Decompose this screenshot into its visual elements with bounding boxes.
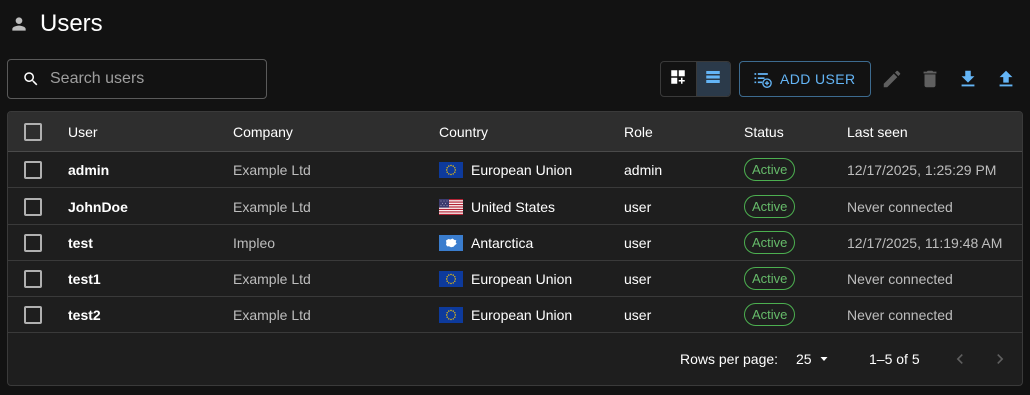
table-row[interactable]: admin Example Ltd European Union admin A… bbox=[8, 152, 1022, 188]
last-seen-cell: Never connected bbox=[847, 270, 953, 287]
list-view-button[interactable] bbox=[695, 62, 730, 96]
dashboard-add-icon bbox=[669, 68, 687, 91]
country-name: European Union bbox=[471, 161, 573, 178]
pagination-range: 1–5 of 5 bbox=[869, 351, 920, 367]
country-cell: European Union bbox=[439, 297, 572, 332]
status-cell: Active bbox=[744, 297, 796, 332]
list-view-icon bbox=[704, 68, 722, 91]
user-cell: JohnDoe bbox=[68, 198, 128, 215]
row-select-cell bbox=[24, 297, 42, 332]
aq-flag-icon bbox=[439, 234, 463, 251]
status-cell: Active bbox=[744, 225, 796, 260]
previous-page-button[interactable] bbox=[948, 347, 972, 371]
row-checkbox[interactable] bbox=[24, 197, 42, 216]
country-name: European Union bbox=[471, 270, 573, 287]
row-select-cell bbox=[24, 225, 42, 260]
column-header-status[interactable]: Status bbox=[744, 112, 784, 151]
search-box[interactable] bbox=[7, 59, 267, 99]
status-badge: Active bbox=[744, 303, 796, 326]
table-row[interactable]: JohnDoe Example Ltd United States user A… bbox=[8, 189, 1022, 225]
status-cell: Active bbox=[744, 189, 796, 224]
page-header: Users bbox=[8, 8, 103, 40]
role-cell: user bbox=[624, 306, 652, 323]
row-checkbox[interactable] bbox=[24, 233, 42, 252]
status-cell: Active bbox=[744, 261, 796, 296]
row-select-cell bbox=[24, 152, 42, 187]
rows-per-page-select[interactable]: 25 bbox=[796, 334, 830, 384]
country-cell: United States bbox=[439, 189, 555, 224]
person-icon bbox=[8, 13, 30, 35]
table-header: User Company Country Role Status Last se… bbox=[8, 112, 1022, 152]
country-cell: European Union bbox=[439, 261, 572, 296]
last-seen-cell: Never connected bbox=[847, 198, 953, 215]
rows-per-page-label: Rows per page: bbox=[680, 351, 779, 367]
table-row[interactable]: test Impleo Antarctica user Active 12/17… bbox=[8, 225, 1022, 261]
country-name: European Union bbox=[471, 306, 573, 323]
status-badge: Active bbox=[744, 267, 796, 290]
add-user-label: ADD USER bbox=[780, 71, 856, 87]
user-cell: admin bbox=[68, 161, 110, 178]
country-cell: Antarctica bbox=[439, 225, 533, 260]
row-checkbox[interactable] bbox=[24, 160, 42, 179]
last-seen-cell: Never connected bbox=[847, 306, 953, 323]
user-cell: test1 bbox=[68, 270, 101, 287]
column-header-role[interactable]: Role bbox=[624, 112, 653, 151]
rows-per-page-value: 25 bbox=[796, 351, 812, 367]
status-cell: Active bbox=[744, 152, 796, 187]
search-icon bbox=[22, 70, 40, 88]
eu-flag-icon bbox=[439, 161, 463, 178]
company-cell: Impleo bbox=[233, 234, 276, 251]
last-seen-cell: 12/17/2025, 1:25:29 PM bbox=[847, 161, 997, 178]
status-badge: Active bbox=[744, 231, 796, 254]
chevron-right-icon bbox=[990, 349, 1010, 369]
eu-flag-icon bbox=[439, 306, 463, 323]
column-header-country[interactable]: Country bbox=[439, 112, 488, 151]
delete-icon[interactable] bbox=[918, 67, 942, 91]
company-cell: Example Ltd bbox=[233, 306, 311, 323]
role-cell: user bbox=[624, 234, 652, 251]
page-title: Users bbox=[40, 10, 103, 37]
column-header-last-seen[interactable]: Last seen bbox=[847, 112, 908, 151]
edit-icon[interactable] bbox=[880, 67, 904, 91]
eu-flag-icon bbox=[439, 270, 463, 287]
user-cell: test2 bbox=[68, 306, 101, 323]
row-checkbox[interactable] bbox=[24, 269, 42, 288]
grid-view-button[interactable] bbox=[661, 62, 696, 96]
row-checkbox[interactable] bbox=[24, 305, 42, 324]
role-cell: user bbox=[624, 198, 652, 215]
caret-down-icon bbox=[818, 353, 830, 365]
country-name: Antarctica bbox=[471, 234, 534, 251]
view-mode-toggle bbox=[660, 61, 731, 97]
chevron-left-icon bbox=[950, 349, 970, 369]
next-page-button[interactable] bbox=[988, 347, 1012, 371]
status-badge: Active bbox=[744, 158, 796, 181]
status-badge: Active bbox=[744, 195, 796, 218]
playlist-add-icon bbox=[752, 69, 772, 89]
add-user-button[interactable]: ADD USER bbox=[739, 61, 871, 97]
table-row[interactable]: test1 Example Ltd European Union user Ac… bbox=[8, 261, 1022, 297]
last-seen-cell: 12/17/2025, 11:19:48 AM bbox=[847, 234, 1003, 251]
us-flag-icon bbox=[439, 198, 463, 215]
user-cell: test bbox=[68, 234, 93, 251]
column-header-company[interactable]: Company bbox=[233, 112, 293, 151]
role-cell: user bbox=[624, 270, 652, 287]
select-all-checkbox[interactable] bbox=[24, 122, 42, 141]
row-select-cell bbox=[24, 189, 42, 224]
users-table: User Company Country Role Status Last se… bbox=[7, 111, 1023, 386]
country-cell: European Union bbox=[439, 152, 572, 187]
country-name: United States bbox=[471, 198, 556, 215]
download-icon[interactable] bbox=[956, 67, 980, 91]
table-row[interactable]: test2 Example Ltd European Union user Ac… bbox=[8, 297, 1022, 333]
select-all-cell bbox=[24, 112, 42, 151]
role-cell: admin bbox=[624, 161, 663, 178]
pagination-bar: Rows per page: 25 1–5 of 5 bbox=[8, 334, 1022, 385]
company-cell: Example Ltd bbox=[233, 198, 311, 215]
column-header-user[interactable]: User bbox=[68, 112, 98, 151]
upload-icon[interactable] bbox=[994, 67, 1018, 91]
row-select-cell bbox=[24, 261, 42, 296]
search-input[interactable] bbox=[50, 70, 250, 88]
company-cell: Example Ltd bbox=[233, 161, 311, 178]
company-cell: Example Ltd bbox=[233, 270, 311, 287]
